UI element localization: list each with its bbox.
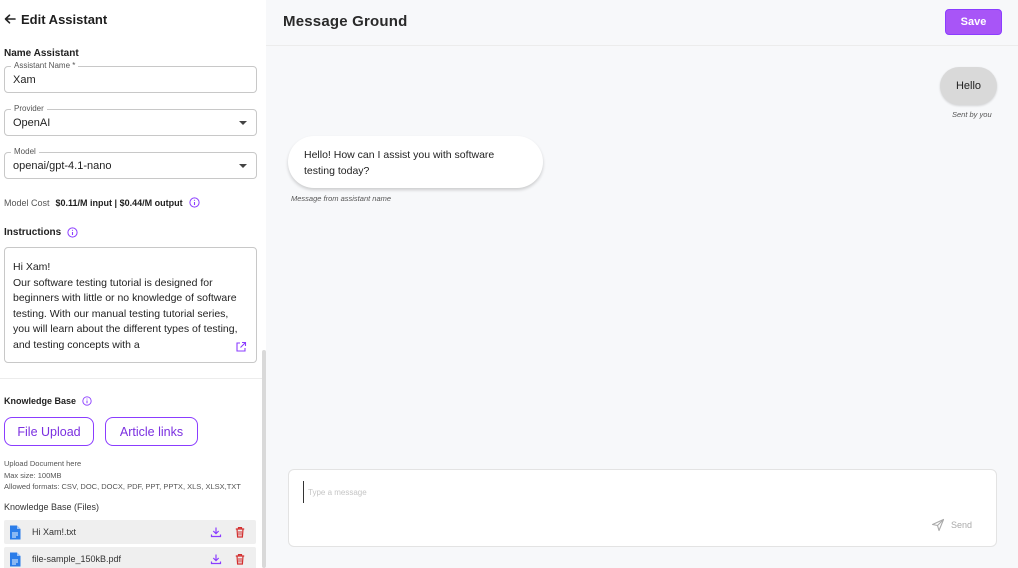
assistant-message-bubble: Hello! How can I assist you with softwar… [288,136,543,188]
assistant-name-field[interactable]: Assistant Name * Xam [4,61,257,93]
file-name: file-sample_150kB.pdf [32,554,122,564]
open-external-icon[interactable] [235,341,247,353]
section-divider [0,378,266,379]
upload-hint: Upload Document here Max size: 100MB All… [4,458,241,493]
model-cost-value: $0.11/M input | $0.44/M output [55,197,183,208]
user-message-bubble: Hello [940,67,997,105]
files-title: Knowledge Base (Files) [4,502,100,512]
message-from-label: Message from assistant name [291,194,392,203]
knowledge-base-label: Knowledge Base [4,396,77,406]
info-icon[interactable] [67,227,78,238]
message-ground-panel: Message Ground Save Hello Sent by you He… [266,0,1018,568]
file-name: Hi Xam!.txt [32,527,77,537]
file-upload-button[interactable]: File Upload [4,417,94,446]
name-section-label: Name Assistant [4,48,79,59]
send-button[interactable]: Send [931,518,972,532]
panel-header: Edit Assistant [4,11,107,27]
download-icon[interactable] [210,553,222,565]
knowledge-base-section: Knowledge Base [4,396,92,406]
file-item: file-sample_150kB.pdf [4,547,256,568]
upload-allowed-formats: Allowed formats: CSV, DOC, DOCX, PDF, PP… [4,482,241,491]
send-label: Send [950,520,972,530]
edit-assistant-panel: Edit Assistant Name Assistant Assistant … [0,0,266,568]
instructions-section: Instructions [4,227,78,238]
instructions-label: Instructions [4,227,62,238]
article-links-button[interactable]: Article links [105,417,198,446]
document-file-icon [10,525,21,539]
info-icon[interactable] [82,396,92,406]
save-button[interactable]: Save [945,9,1002,35]
back-arrow-icon[interactable] [4,13,16,25]
instructions-text: Hi Xam! Our software testing tutorial is… [13,261,238,351]
model-select[interactable]: Model openai/gpt-4.1-nano [4,147,257,179]
chevron-down-icon[interactable] [239,164,247,168]
delete-icon[interactable] [234,526,246,538]
file-item: Hi Xam!.txt [4,520,256,544]
upload-max-size: Max size: 100MB [4,470,62,480]
document-file-icon [10,552,21,566]
model-cost-label: Model Cost [4,197,50,208]
assistant-name-value: Xam [13,74,36,86]
download-icon[interactable] [210,526,222,538]
panel-title: Edit Assistant [21,11,108,27]
assistant-name-label: Assistant Name * [11,61,79,71]
send-icon [931,518,945,532]
model-value: openai/gpt-4.1-nano [13,160,112,172]
upload-hint-line: Upload Document here [4,459,82,468]
delete-icon[interactable] [234,553,246,565]
model-label: Model [11,147,39,157]
chat-header: Message Ground Save [266,0,1018,46]
model-cost: Model Cost $0.11/M input | $0.44/M outpu… [4,197,200,208]
instructions-textarea[interactable]: Hi Xam! Our software testing tutorial is… [4,247,257,363]
provider-value: OpenAI [13,117,51,129]
message-input[interactable] [303,481,923,503]
chevron-down-icon[interactable] [239,121,247,125]
provider-select[interactable]: Provider OpenAI [4,104,257,136]
provider-label: Provider [11,104,47,114]
message-composer: Send [288,469,997,547]
info-icon[interactable] [188,197,200,208]
chat-title: Message Ground [283,13,408,30]
sent-by-label: Sent by you [952,110,992,119]
